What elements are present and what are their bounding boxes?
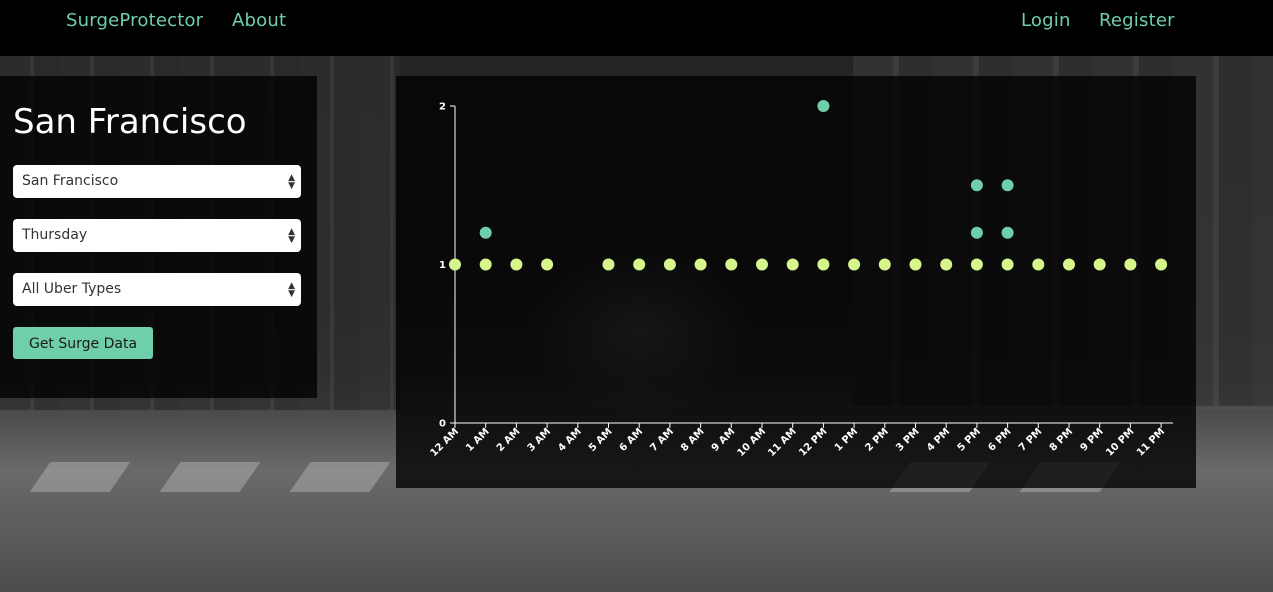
x-tick-label: 1 PM — [833, 426, 860, 453]
surge-data-point — [970, 226, 983, 239]
x-tick-label: 7 PM — [1017, 426, 1044, 453]
surge-data-point — [633, 258, 646, 271]
surge-data-point — [1001, 226, 1014, 239]
x-tick-label: 11 AM — [766, 426, 799, 459]
nav-register-link[interactable]: Register — [1099, 10, 1175, 31]
select-arrows-icon: ▲ ▼ — [288, 172, 295, 191]
x-tick-label: 4 PM — [925, 426, 952, 453]
x-tick-label: 8 PM — [1048, 426, 1075, 453]
surge-data-point — [1124, 258, 1137, 271]
x-tick-label: 3 PM — [894, 426, 921, 453]
surge-data-point — [1093, 258, 1106, 271]
get-surge-data-button[interactable]: Get Surge Data — [13, 327, 153, 359]
nav-about-link[interactable]: About — [232, 10, 286, 31]
y-tick-label: 1 — [439, 260, 446, 271]
uber-type-select[interactable]: All Uber Types ▲ ▼ — [13, 273, 301, 306]
surge-data-point — [848, 258, 861, 271]
surge-data-point — [663, 258, 676, 271]
surge-data-point — [1032, 258, 1045, 271]
surge-data-point — [725, 258, 738, 271]
surge-data-point — [909, 258, 922, 271]
surge-data-point — [694, 258, 707, 271]
city-select[interactable]: San Francisco ▲ ▼ — [13, 165, 301, 198]
surge-data-point — [602, 258, 615, 271]
uber-type-select-value: All Uber Types — [22, 281, 122, 297]
surge-data-point — [479, 226, 492, 239]
surge-chart-panel: 0 1 2 12 AM 1 AM 2 AM 3 AM 4 AM 5 AM 6 AM 7 AM 8 AM… — [396, 76, 1196, 488]
surge-data-point — [970, 179, 983, 192]
surge-data-point — [817, 100, 830, 112]
nav-login-link[interactable]: Login — [1021, 10, 1071, 31]
x-tick-label: 2 PM — [864, 426, 891, 453]
select-arrows-icon: ▲ ▼ — [288, 280, 295, 299]
surge-data-point — [1001, 179, 1014, 192]
x-tick-label: 11 PM — [1135, 426, 1167, 458]
x-tick-label: 4 AM — [556, 426, 584, 454]
x-tick-label: 2 AM — [495, 426, 523, 454]
surge-data-point — [817, 258, 830, 271]
surge-data-point — [1001, 258, 1014, 271]
surge-scatter-chart: 0 1 2 12 AM 1 AM 2 AM 3 AM 4 AM 5 AM 6 AM 7 AM 8 AM… — [429, 100, 1174, 459]
top-navbar: SurgeProtector About Login Register — [0, 0, 1273, 56]
x-tick-label: 12 PM — [797, 426, 829, 458]
surge-data-point — [756, 258, 768, 271]
x-tick-label: 1 AM — [464, 426, 492, 454]
day-select[interactable]: Thursday ▲ ▼ — [13, 219, 301, 252]
surge-data-point — [1155, 258, 1168, 271]
surge-data-point — [510, 258, 523, 271]
surge-data-point — [449, 258, 461, 271]
x-tick-label: 8 AM — [679, 426, 707, 454]
x-tick-label: 7 AM — [648, 426, 676, 454]
x-tick-label: 5 PM — [956, 426, 983, 453]
x-tick-label: 3 AM — [526, 426, 554, 454]
brand-link[interactable]: SurgeProtector — [66, 10, 203, 31]
surge-data-point — [940, 258, 953, 271]
y-tick-label: 0 — [439, 419, 446, 430]
surge-data-point — [878, 258, 891, 271]
surge-data-point — [479, 258, 492, 271]
day-select-value: Thursday — [22, 227, 88, 243]
x-tick-label: 6 AM — [618, 426, 646, 454]
x-tick-label: 5 AM — [587, 426, 615, 454]
x-tick-label: 9 PM — [1078, 426, 1105, 453]
y-tick-label: 2 — [439, 102, 446, 113]
x-tick-label: 12 AM — [429, 426, 462, 459]
surge-data-point — [786, 258, 799, 271]
city-title: San Francisco — [13, 102, 247, 142]
city-select-value: San Francisco — [22, 173, 119, 189]
x-tick-label: 10 AM — [736, 426, 769, 459]
x-tick-label: 10 PM — [1104, 426, 1136, 458]
x-tick-label: 9 AM — [710, 426, 738, 454]
x-tick-label: 6 PM — [986, 426, 1013, 453]
select-arrows-icon: ▲ ▼ — [288, 226, 295, 245]
surge-data-point — [541, 258, 554, 271]
surge-data-point — [970, 258, 983, 271]
surge-data-point — [1063, 258, 1075, 271]
